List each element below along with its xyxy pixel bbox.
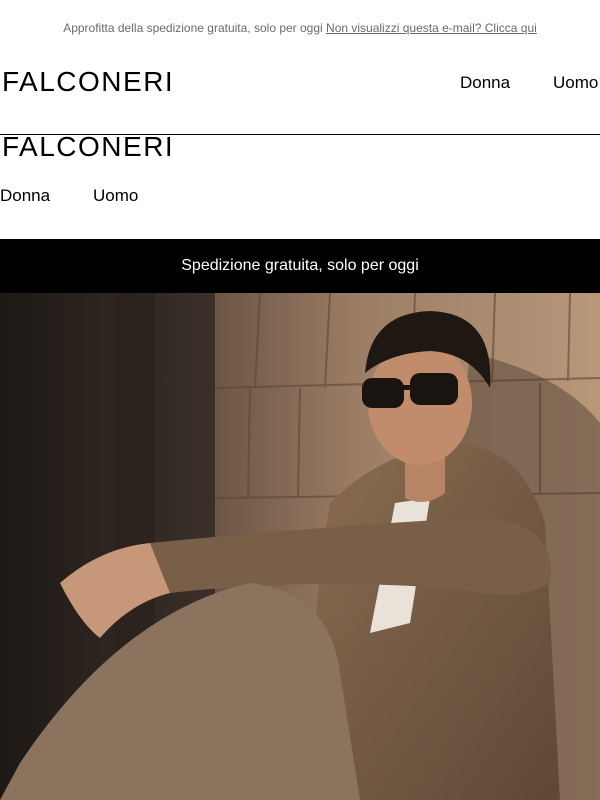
preheader: Approfitta della spedizione gratuita, so…: [0, 21, 600, 35]
preheader-text: Approfitta della spedizione gratuita, so…: [63, 21, 323, 35]
free-shipping-banner[interactable]: Spedizione gratuita, solo per oggi: [0, 239, 600, 293]
banner-text: Spedizione gratuita, solo per oggi: [181, 257, 419, 274]
brand-logo[interactable]: FALCONERI: [2, 68, 174, 96]
nav-link-donna[interactable]: Donna: [460, 74, 510, 91]
brand-logo-secondary[interactable]: FALCONERI: [2, 133, 174, 161]
nav-link-donna-secondary[interactable]: Donna: [0, 187, 50, 204]
view-in-browser-link[interactable]: Non visualizzi questa e-mail? Clicca qui: [326, 21, 537, 35]
nav-link-uomo-secondary[interactable]: Uomo: [93, 187, 138, 204]
hero-photo: [0, 293, 600, 800]
nav-link-uomo[interactable]: Uomo: [553, 74, 598, 91]
hero-image[interactable]: [0, 293, 600, 800]
